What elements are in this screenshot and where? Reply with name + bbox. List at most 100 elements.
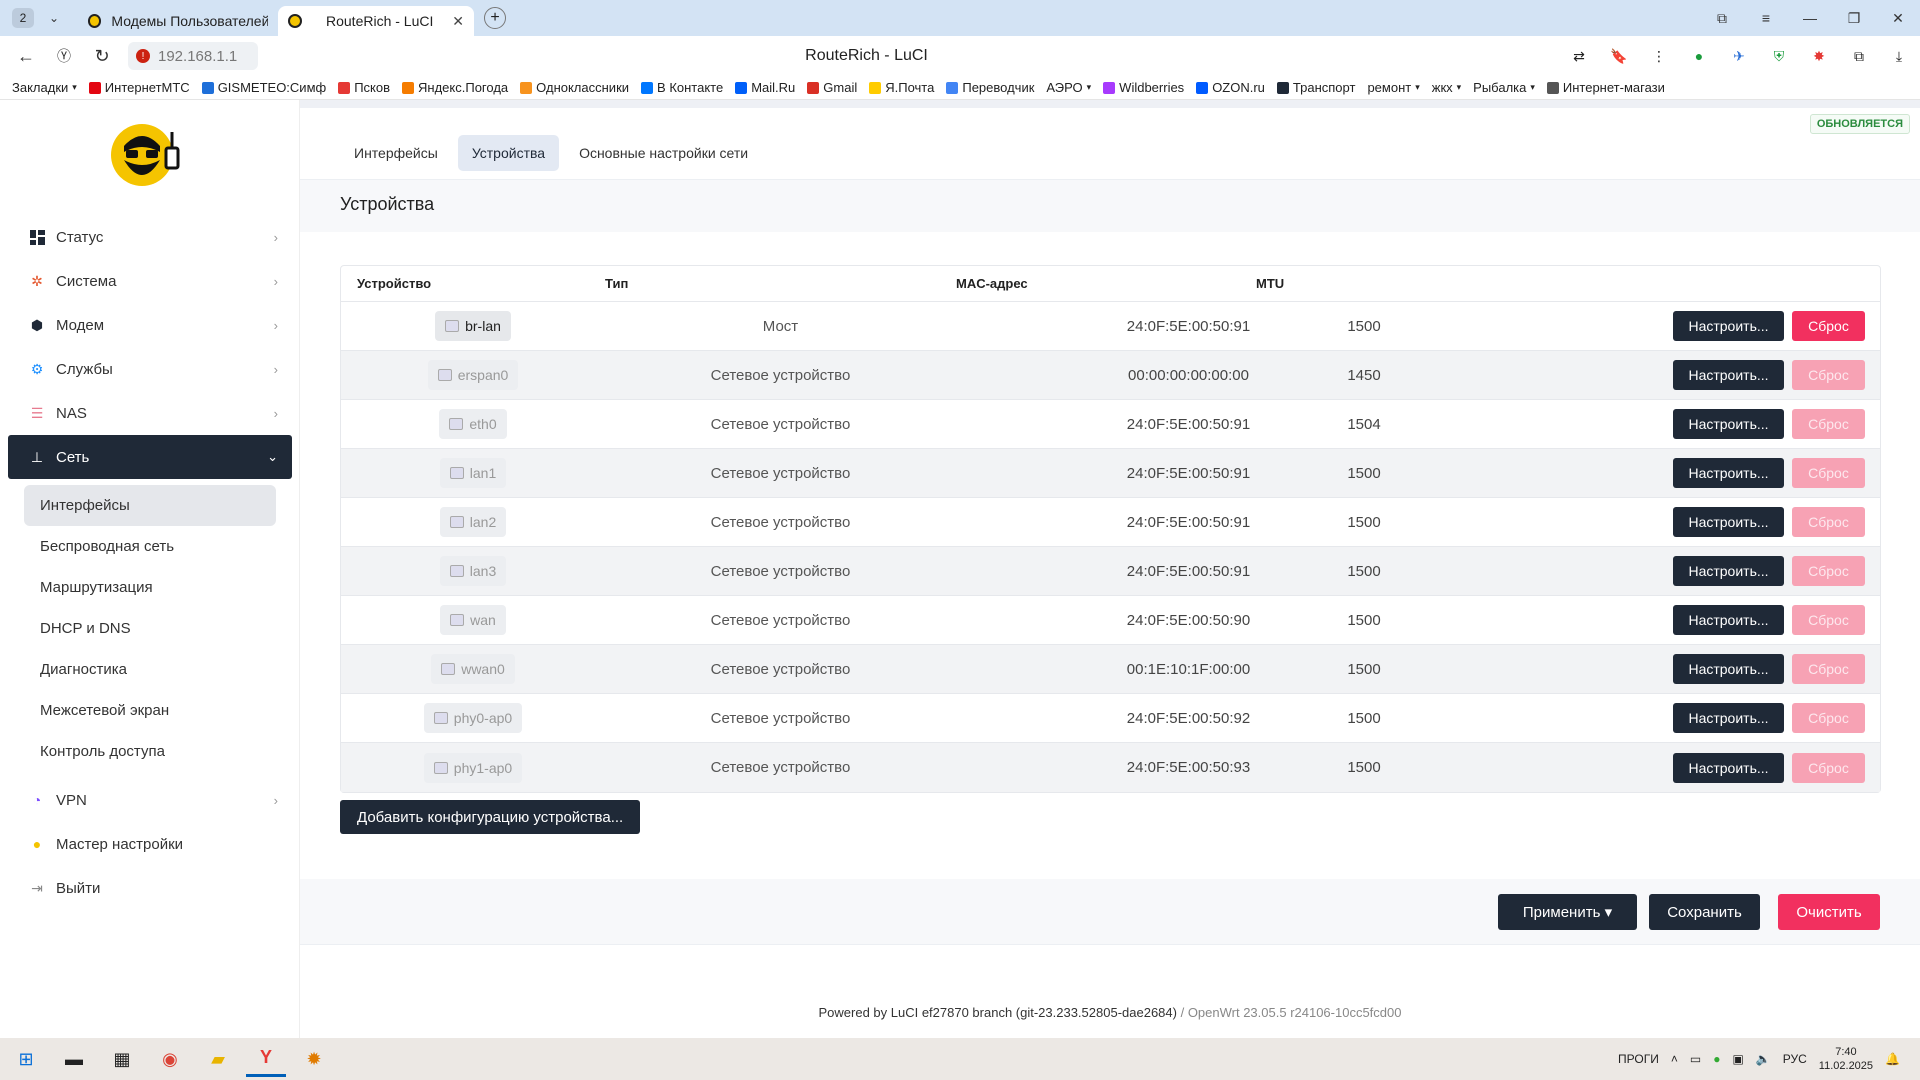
tab-global-network-options[interactable]: Основные настройки сети <box>565 135 762 171</box>
device-port-icon <box>450 614 465 626</box>
clock[interactable]: 7:40 11.02.2025 <box>1819 1045 1873 1073</box>
add-device-config-button[interactable]: Добавить конфигурацию устройства... <box>340 800 641 834</box>
back-icon[interactable]: ← <box>14 44 38 68</box>
submenu-item-diagnostics[interactable]: Диагностика <box>24 649 276 690</box>
submenu-item-dhcp-dns[interactable]: DHCP и DNS <box>24 608 276 649</box>
reset-device-button[interactable]: Сброс <box>1792 311 1865 341</box>
configure-button[interactable]: Настроить... <box>1673 360 1784 390</box>
bookmark-item[interactable]: ИнтернетМТС <box>88 80 190 95</box>
bookmark-item[interactable]: Яндекс.Погода <box>402 80 508 95</box>
tab-list-dropdown-icon[interactable]: ⌄ <box>44 8 64 28</box>
tray-label[interactable]: ПРОГИ <box>1618 1052 1659 1066</box>
sidebar-item-status[interactable]: Статус › <box>8 215 292 259</box>
bookmark-item[interactable]: Псков <box>338 80 390 95</box>
terminal-icon[interactable]: ▬ <box>54 1041 94 1077</box>
configure-button[interactable]: Настроить... <box>1673 311 1784 341</box>
bookmark-item[interactable]: жкх ▾ <box>1432 80 1461 95</box>
reload-icon[interactable]: ↻ <box>90 44 114 68</box>
configure-button[interactable]: Настроить... <box>1673 409 1784 439</box>
calculator-icon[interactable]: ▦ <box>102 1041 142 1077</box>
extension-icon[interactable]: ✈ <box>1728 45 1750 67</box>
sidebar-item-modem[interactable]: ⬢ Модем › <box>8 303 292 347</box>
bookmark-icon[interactable]: 🔖 <box>1608 45 1630 67</box>
sidebar-item-services[interactable]: ⚙ Службы › <box>8 347 292 391</box>
tab-count-badge[interactable]: 2 <box>12 8 34 28</box>
configure-button[interactable]: Настроить... <box>1673 507 1784 537</box>
extensions-icon[interactable]: ⧉ <box>1848 45 1870 67</box>
sidebar-item-logout[interactable]: ⇥ Выйти <box>8 866 292 910</box>
configure-button[interactable]: Настроить... <box>1673 752 1784 783</box>
bookmark-item[interactable]: Wildberries <box>1103 80 1184 95</box>
bookmark-item[interactable]: OZON.ru <box>1196 80 1265 95</box>
sidebar-item-network[interactable]: ⊥ Сеть ⌄ <box>8 435 292 479</box>
bookmark-item[interactable]: ремонт ▾ <box>1367 80 1419 95</box>
luci-version-link[interactable]: Powered by LuCI ef27870 branch (git-23.2… <box>818 1005 1176 1020</box>
cell-device: wan <box>341 605 605 635</box>
translate-icon[interactable]: ⇄ <box>1568 45 1590 67</box>
tab-interfaces[interactable]: Интерфейсы <box>340 135 452 171</box>
bookmark-item[interactable]: Интернет-магази <box>1546 80 1665 95</box>
extension-icon[interactable]: ✸ <box>1808 45 1830 67</box>
new-tab-icon[interactable]: + <box>484 7 506 29</box>
sidebar-item-wizard[interactable]: ● Мастер настройки <box>8 822 292 866</box>
save-button[interactable]: Сохранить <box>1649 894 1760 930</box>
start-icon[interactable]: ⊞ <box>6 1041 46 1077</box>
url-field[interactable]: ! 192.168.1.1 <box>128 42 258 70</box>
tray-overflow-icon[interactable]: ˄ <box>1671 1052 1678 1066</box>
minimize-icon[interactable]: — <box>1788 10 1832 26</box>
network-tray-icon[interactable]: ▣ <box>1732 1052 1743 1066</box>
tab-devices[interactable]: Устройства <box>457 135 560 171</box>
close-window-icon[interactable]: ✕ <box>1876 10 1920 27</box>
sidebar-item-vpn[interactable]: ◔ VPN › <box>8 778 292 822</box>
bookmark-item[interactable]: Рыбалка ▾ <box>1473 80 1535 95</box>
configure-button[interactable]: Настроить... <box>1673 458 1784 488</box>
close-tab-icon[interactable]: ✕ <box>452 13 464 30</box>
notifications-icon[interactable]: 🔔 <box>1885 1052 1900 1066</box>
reset-button[interactable]: Очистить <box>1778 894 1880 930</box>
configure-button[interactable]: Настроить... <box>1673 654 1784 684</box>
openwrt-version-link[interactable]: OpenWrt 23.05.5 r24106-10cc5fcd00 <box>1188 1005 1402 1020</box>
bookmark-item[interactable]: Mail.Ru <box>735 80 795 95</box>
bookmark-item[interactable]: Одноклассники <box>520 80 629 95</box>
submenu-item-firewall[interactable]: Межсетевой экран <box>24 690 276 731</box>
explorer-icon[interactable]: ▰ <box>198 1041 238 1077</box>
insecure-warning-icon[interactable]: ! <box>136 49 150 63</box>
tray-app-icon[interactable]: ● <box>1713 1052 1720 1066</box>
configure-button[interactable]: Настроить... <box>1673 703 1784 733</box>
bookmark-item[interactable]: Переводчик <box>946 80 1034 95</box>
submenu-item-wireless[interactable]: Беспроводная сеть <box>24 526 276 567</box>
extension-icon[interactable]: ● <box>1688 45 1710 67</box>
browser-menu-icon[interactable]: ≡ <box>1744 10 1788 26</box>
bookmark-item[interactable]: Gmail <box>807 80 857 95</box>
yandex-browser-icon[interactable]: Y <box>246 1041 286 1077</box>
sidebar-item-system[interactable]: ✲ Система › <box>8 259 292 303</box>
sidebar-item-nas[interactable]: ☰ NAS › <box>8 391 292 435</box>
downloads-icon[interactable]: ⤓ <box>1888 45 1910 67</box>
language-indicator[interactable]: РУС <box>1783 1052 1807 1066</box>
submenu-item-interfaces[interactable]: Интерфейсы <box>24 485 276 526</box>
maximize-icon[interactable]: ❐ <box>1832 10 1876 27</box>
bookmark-item[interactable]: GISMETEO:Симф <box>201 80 326 95</box>
browser-tab-active[interactable]: RouteRich - LuCI ✕ <box>278 6 474 36</box>
submenu-item-routing[interactable]: Маршрутизация <box>24 567 276 608</box>
device-port-icon <box>433 712 448 724</box>
browser-tab[interactable]: Модемы Пользователей · <box>78 6 278 36</box>
more-icon[interactable]: ⋮ <box>1648 45 1670 67</box>
apply-button[interactable]: Применить ▾ <box>1498 894 1637 930</box>
configure-button[interactable]: Настроить... <box>1673 556 1784 586</box>
bookmark-item[interactable]: АЭРО ▾ <box>1046 80 1091 95</box>
volume-icon[interactable]: 🔈 <box>1756 1052 1771 1066</box>
shield-icon[interactable]: ⛨ <box>1768 45 1790 67</box>
collections-icon[interactable]: ⧉ <box>1700 10 1744 27</box>
bookmark-item[interactable]: В Контакте <box>641 80 723 95</box>
bookmark-item[interactable]: Я.Почта <box>869 80 934 95</box>
sidebar-item-label: Модем <box>56 316 105 334</box>
yandex-icon[interactable]: Ⓨ <box>52 44 76 68</box>
bookmark-item[interactable]: Закладки ▾ <box>12 80 77 95</box>
routerich-logo[interactable] <box>110 118 192 190</box>
configure-button[interactable]: Настроить... <box>1673 605 1784 635</box>
app-icon[interactable]: ✹ <box>294 1041 334 1077</box>
submenu-item-access-control[interactable]: Контроль доступа <box>24 731 276 772</box>
bookmark-item[interactable]: Транспорт <box>1276 80 1355 95</box>
chrome-icon[interactable]: ◉ <box>150 1041 190 1077</box>
